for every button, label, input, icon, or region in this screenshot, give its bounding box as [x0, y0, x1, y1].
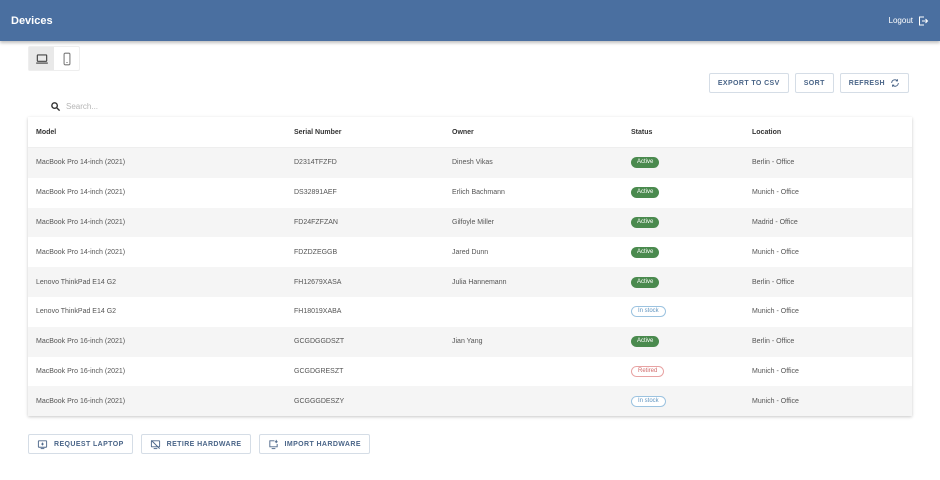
header-status[interactable]: Status: [631, 129, 752, 136]
cell-model: MacBook Pro 16-inch (2021): [36, 367, 126, 375]
cell-location: Madrid - Office: [752, 218, 798, 226]
cell-model: MacBook Pro 14-inch (2021): [36, 248, 126, 256]
logout-icon: [919, 16, 929, 25]
logout-button[interactable]: Logout: [889, 15, 929, 27]
laptop-icon: [35, 53, 48, 64]
cell-location: Munich - Office: [752, 248, 799, 256]
cell-serial: FH18019XABA: [294, 308, 342, 316]
cell-owner: Jian Yang: [452, 338, 483, 346]
cell-model: Lenovo ThinkPad E14 G2: [36, 308, 117, 316]
cell-serial: FDZDZEGGB: [294, 248, 338, 256]
devices-table: Model Serial Number Owner Status Locatio…: [28, 117, 912, 417]
table-row[interactable]: MacBook Pro 14-inch (2021) FDZDZEGGB Jar…: [28, 237, 912, 267]
table-row[interactable]: MacBook Pro 14-inch (2021) D2314TFZFD Di…: [28, 148, 912, 178]
table-row[interactable]: Lenovo ThinkPad E14 G2 FH18019XABA In st…: [28, 297, 912, 327]
cell-location: Munich - Office: [752, 308, 799, 316]
search-input[interactable]: [66, 102, 266, 111]
import-icon: [268, 439, 278, 449]
cell-serial: GCGGGDESZY: [294, 397, 345, 405]
cell-model: MacBook Pro 16-inch (2021): [36, 397, 126, 405]
table-row[interactable]: MacBook Pro 14-inch (2021) FD24FZFZAN Gi…: [28, 207, 912, 238]
cell-model: MacBook Pro 14-inch (2021): [36, 189, 126, 197]
cell-owner: Julia Hannemann: [452, 278, 507, 286]
cell-model: MacBook Pro 14-inch (2021): [36, 218, 126, 226]
screen-off-icon: [150, 439, 160, 449]
refresh-icon: [891, 79, 899, 87]
status-badge: Active: [631, 276, 660, 288]
app-bar: Devices Logout: [0, 0, 940, 41]
header-location[interactable]: Location: [752, 129, 912, 136]
request-laptop-button[interactable]: REQUEST LAPTOP: [28, 434, 133, 454]
add-box-icon: [37, 439, 48, 449]
import-hardware-label: IMPORT HARDWARE: [284, 440, 361, 448]
export-csv-button[interactable]: EXPORT TO CSV: [708, 73, 789, 93]
header-serial[interactable]: Serial Number: [294, 129, 452, 136]
phone-toggle-button[interactable]: [54, 47, 79, 70]
cell-serial: FD24FZFZAN: [294, 218, 338, 226]
table-row[interactable]: MacBook Pro 16-inch (2021) GCGDGRESZT Re…: [28, 357, 912, 387]
status-badge: Active: [631, 216, 660, 228]
cell-location: Munich - Office: [752, 367, 799, 375]
table-row[interactable]: MacBook Pro 14-inch (2021) DS32891AEF Er…: [28, 178, 912, 208]
cell-model: MacBook Pro 16-inch (2021): [36, 338, 126, 346]
status-badge: In stock: [631, 306, 666, 318]
status-badge: In stock: [631, 395, 666, 407]
refresh-label: REFRESH: [848, 79, 885, 87]
cell-serial: GCGDGRESZT: [294, 367, 344, 375]
status-badge: Active: [631, 336, 660, 348]
cell-owner: Jared Dunn: [452, 248, 489, 256]
cell-owner: Dinesh Vikas: [452, 159, 493, 167]
cell-location: Munich - Office: [752, 397, 799, 405]
export-csv-label: EXPORT TO CSV: [717, 79, 780, 87]
import-hardware-button[interactable]: IMPORT HARDWARE: [258, 434, 370, 454]
cell-owner: Erlich Bachmann: [452, 189, 505, 197]
cell-location: Munich - Office: [752, 189, 799, 197]
cell-serial: FH12679XASA: [294, 278, 342, 286]
cell-location: Berlin - Office: [752, 278, 795, 286]
sort-label: SORT: [803, 79, 825, 87]
status-badge: Active: [631, 246, 660, 258]
cell-serial: D2314TFZFD: [294, 159, 337, 167]
search-icon: [51, 102, 61, 112]
laptop-toggle-button[interactable]: [29, 47, 54, 70]
retire-hardware-button[interactable]: RETIRE HARDWARE: [140, 434, 251, 454]
logout-label: Logout: [888, 16, 913, 25]
sort-button[interactable]: SORT: [794, 73, 834, 93]
cell-serial: GCGDGGDSZT: [294, 338, 345, 346]
page-title: Devices: [11, 14, 53, 27]
table-row[interactable]: Lenovo ThinkPad E14 G2 FH12679XASA Julia…: [28, 267, 912, 297]
search-bar: [50, 101, 266, 112]
cell-model: MacBook Pro 14-inch (2021): [36, 159, 126, 167]
table-header: Model Serial Number Owner Status Locatio…: [28, 117, 912, 148]
cell-serial: DS32891AEF: [294, 189, 337, 197]
header-model[interactable]: Model: [28, 129, 294, 136]
status-badge: Active: [631, 187, 660, 199]
phone-icon: [63, 52, 70, 65]
header-owner[interactable]: Owner: [452, 129, 631, 136]
refresh-button[interactable]: REFRESH: [839, 73, 909, 93]
cell-location: Berlin - Office: [752, 338, 795, 346]
hardware-actions: REQUEST LAPTOP RETIRE HARDWARE IMPORT HA…: [28, 434, 370, 454]
table-row[interactable]: MacBook Pro 16-inch (2021) GCGGGDESZY In…: [28, 386, 912, 417]
status-badge: Retired: [631, 365, 665, 377]
table-row[interactable]: MacBook Pro 16-inch (2021) GCGDGGDSZT Ji…: [28, 326, 912, 357]
cell-model: Lenovo ThinkPad E14 G2: [36, 278, 117, 286]
status-badge: Active: [631, 157, 660, 169]
request-laptop-label: REQUEST LAPTOP: [54, 440, 124, 448]
cell-owner: Gilfoyle Miller: [452, 218, 495, 226]
retire-hardware-label: RETIRE HARDWARE: [166, 440, 242, 448]
cell-location: Berlin - Office: [752, 159, 795, 167]
device-type-toggle: [28, 46, 80, 71]
table-actions: EXPORT TO CSV SORT REFRESH: [708, 73, 909, 93]
